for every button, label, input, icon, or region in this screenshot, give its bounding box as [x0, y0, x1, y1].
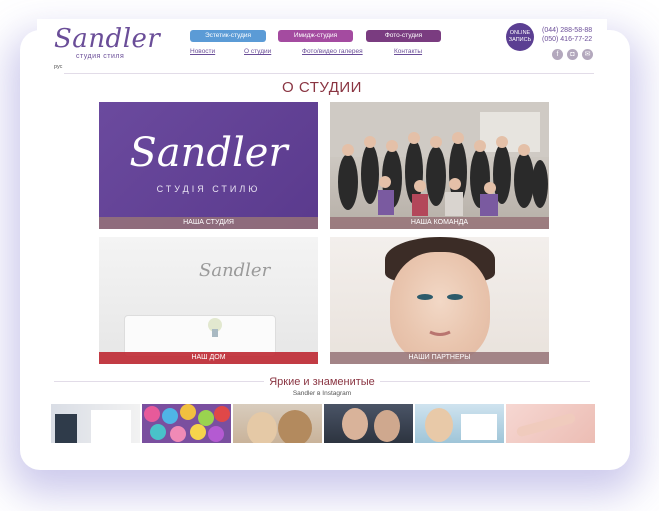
team-photo [330, 102, 549, 216]
tile-caption: НАШ ДОМ [99, 352, 318, 364]
instagram-photo[interactable] [51, 404, 140, 443]
vk-icon[interactable]: ✉ [582, 49, 593, 60]
header-divider [64, 73, 594, 74]
page-title: О СТУДИИ [282, 79, 362, 96]
instagram-section-subtitle: Sandler в Instagram [292, 390, 352, 397]
reception-desk [124, 315, 276, 357]
nav-about-link[interactable]: О студии [244, 48, 271, 55]
online-booking-button[interactable]: ONLINE ЗАПИСЬ [506, 23, 534, 51]
flower-vase [208, 318, 222, 337]
logo-subtitle: студия стиля [76, 53, 125, 60]
nav-news-link[interactable]: Новости [190, 48, 215, 55]
image-studio-button[interactable]: Имидж-студия [278, 30, 353, 42]
website-page: Sandler студия стиля Эстетик-студия Имид… [37, 19, 607, 443]
phone-number-1[interactable]: (044) 288-58-88 [542, 27, 592, 34]
brand-logo[interactable]: Sandler студия стиля [54, 25, 160, 65]
nav-contacts-link[interactable]: Контакты [394, 48, 422, 55]
portrait-features [417, 294, 463, 336]
esthetic-studio-button[interactable]: Эстетик-студия [190, 30, 266, 42]
tile-logo-text: Sandler [129, 130, 288, 176]
tile-caption: НАША КОМАНДА [330, 217, 549, 229]
photo-studio-button[interactable]: Фото-студия [366, 30, 441, 42]
nav-gallery-link[interactable]: Фото/видео галерея [302, 48, 363, 55]
tile-caption: НАША СТУДИЯ [99, 217, 318, 229]
wall-logo-text: Sandler [199, 260, 271, 281]
instagram-photo[interactable] [415, 404, 504, 443]
instagram-photo[interactable] [142, 404, 231, 443]
instagram-photo[interactable] [233, 404, 322, 443]
language-switcher[interactable]: рус [54, 64, 62, 70]
instagram-photo[interactable] [324, 404, 413, 443]
tile-our-home[interactable]: Sandler НАШ ДОМ [99, 237, 318, 364]
tile-caption: НАШИ ПАРТНЕРЫ [330, 352, 549, 364]
facebook-icon[interactable]: f [552, 49, 563, 60]
logo-text: Sandler [54, 24, 161, 54]
tile-our-team[interactable]: НАША КОМАНДА [330, 102, 549, 229]
tile-our-partners[interactable]: НАШИ ПАРТНЕРЫ [330, 237, 549, 364]
tile-our-studio[interactable]: Sandler СТУДІЯ СТИЛЮ НАША СТУДИЯ [99, 102, 318, 229]
tile-logo-subtitle: СТУДІЯ СТИЛЮ [156, 184, 261, 194]
instagram-icon[interactable]: ◘ [567, 49, 578, 60]
phone-number-2[interactable]: (050) 416-77-22 [542, 36, 592, 43]
instagram-photo[interactable] [506, 404, 595, 443]
instagram-section-title: Яркие и знаменитые [269, 376, 375, 388]
